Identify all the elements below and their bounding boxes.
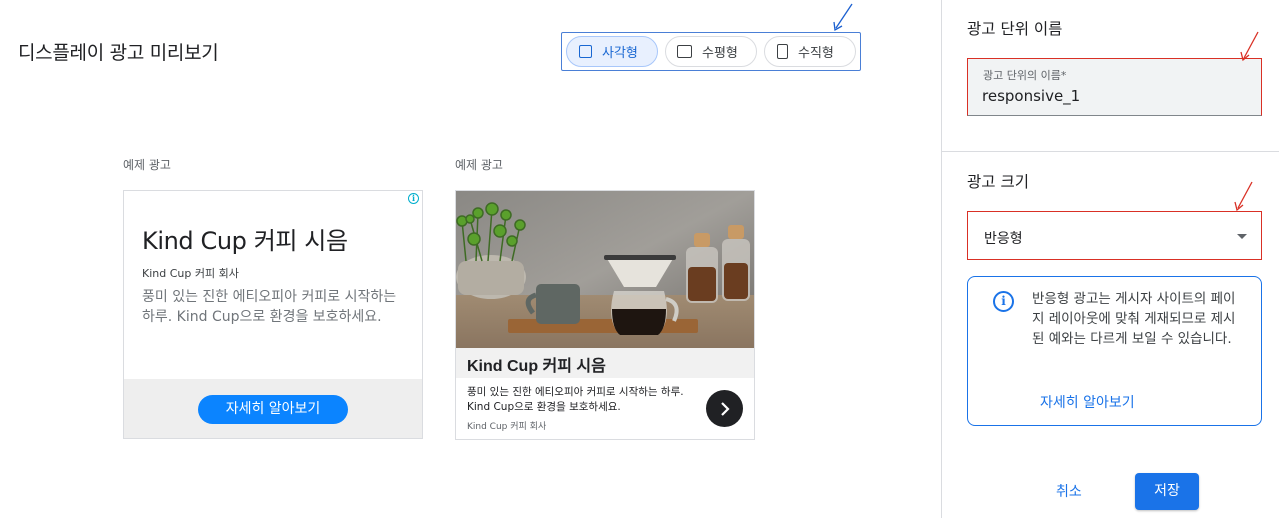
learn-more-link[interactable]: 자세히 알아보기 (1040, 392, 1135, 412)
ad-company: Kind Cup 커피 회사 (467, 422, 547, 432)
ad-headline: Kind Cup 커피 시음 (467, 358, 606, 375)
shape-option-label: 수평형 (702, 46, 738, 61)
ad-headline: Kind Cup 커피 시음 (142, 227, 348, 255)
example-ad-text[interactable]: i Kind Cup 커피 시음 Kind Cup 커피 회사 풍미 있는 진한… (123, 190, 423, 439)
vertical-rect-icon (777, 44, 788, 59)
annotation-arrow-icon (1240, 31, 1259, 62)
cancel-button[interactable]: 취소 (1056, 481, 1082, 501)
ad-unit-name-label: 광고 단위의 이름* (983, 69, 1067, 82)
ad-unit-name-input[interactable] (982, 85, 1252, 107)
ad-shape-toggle-group: 사각형 수평형 수직형 (561, 32, 861, 71)
next-arrow-button[interactable] (706, 390, 743, 427)
section-divider (942, 151, 1279, 152)
ad-footer: 자세히 알아보기 (124, 379, 422, 438)
settings-panel: 광고 단위 이름 광고 단위의 이름* 광고 크기 반응형 i 반응형 광고는 … (941, 0, 1279, 518)
coffee-photo (456, 191, 754, 348)
ad-title-bar: Kind Cup 커피 시음 (456, 348, 754, 378)
example-ad-image[interactable]: Kind Cup 커피 시음 풍미 있는 진한 에티오피아 커피로 시작하는 하… (455, 190, 755, 440)
shape-option-square[interactable]: 사각형 (566, 36, 658, 67)
annotation-arrow-icon (833, 3, 853, 32)
shape-option-label: 수직형 (798, 46, 834, 61)
ad-description: 풍미 있는 진한 에티오피아 커피로 시작하는 하루. Kind Cup으로 환… (142, 289, 397, 325)
example-ad-label: 예제 광고 (123, 158, 171, 172)
preview-title: 디스플레이 광고 미리보기 (18, 42, 219, 64)
info-text: 반응형 광고는 게시자 사이트의 페이지 레이아웃에 맞춰 게재되므로 제시된 … (1032, 291, 1236, 347)
example-ad-label: 예제 광고 (455, 158, 503, 172)
ad-size-heading: 광고 크기 (967, 173, 1029, 191)
learn-more-button[interactable]: 자세히 알아보기 (198, 395, 348, 424)
adchoices-info-icon[interactable]: i (408, 193, 419, 204)
ad-size-selected-value: 반응형 (984, 231, 1023, 247)
shape-option-vertical[interactable]: 수직형 (764, 36, 856, 67)
ad-unit-name-heading: 광고 단위 이름 (967, 20, 1063, 38)
info-icon: i (993, 291, 1014, 312)
save-button[interactable]: 저장 (1135, 473, 1199, 510)
shape-option-horizontal[interactable]: 수평형 (665, 36, 757, 67)
responsive-info-box: i 반응형 광고는 게시자 사이트의 페이지 레이아웃에 맞춰 게재되므로 제시… (967, 276, 1262, 426)
dropdown-caret-icon (1237, 234, 1247, 239)
ad-company: Kind Cup 커피 회사 (142, 267, 239, 280)
horizontal-rect-icon (677, 45, 692, 58)
ad-size-select[interactable]: 반응형 (967, 211, 1262, 260)
ad-description: 풍미 있는 진한 에티오피아 커피로 시작하는 하루. Kind Cup으로 환… (467, 386, 684, 413)
shape-option-label: 사각형 (602, 46, 638, 61)
annotation-arrow-icon (1234, 181, 1253, 212)
square-icon (579, 45, 592, 58)
chevron-right-icon (720, 401, 730, 416)
ad-unit-name-field[interactable]: 광고 단위의 이름* (967, 58, 1262, 116)
